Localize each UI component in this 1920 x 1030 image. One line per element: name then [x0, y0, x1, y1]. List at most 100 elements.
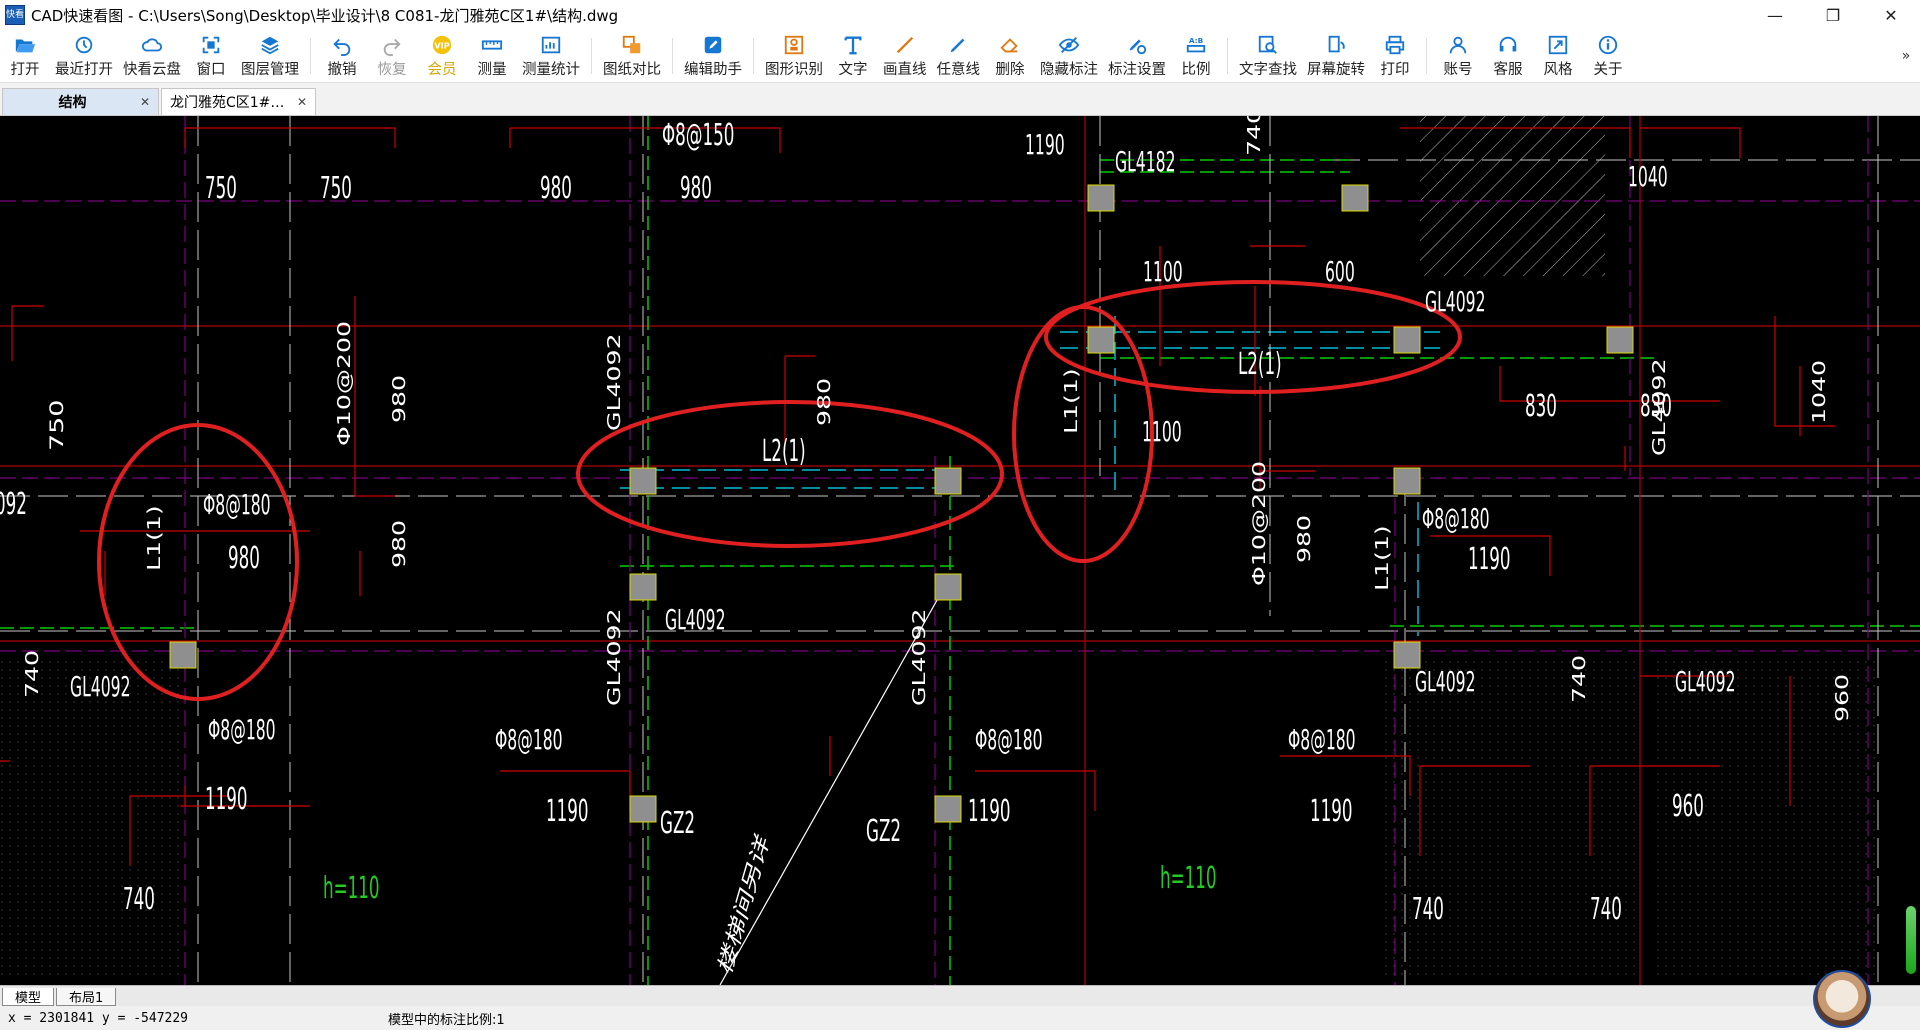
- close-button[interactable]: ✕: [1862, 0, 1920, 30]
- drawing-text: h=110: [1160, 860, 1217, 895]
- drawing-text: GL4092: [1425, 286, 1486, 318]
- clock-icon: [75, 36, 93, 53]
- toolbar-divider: [1426, 38, 1427, 74]
- window-button[interactable]: 窗口: [186, 30, 236, 82]
- compare-icon: [622, 35, 641, 53]
- close-icon[interactable]: ✕: [297, 95, 307, 109]
- measure-button[interactable]: 测量: [467, 30, 517, 82]
- about-label: 关于: [1593, 61, 1623, 78]
- tab-longmen[interactable]: 龙门雅苑C区1#… ✕: [161, 88, 316, 115]
- annotation-settings-icon: [1129, 39, 1147, 54]
- draw-line-button[interactable]: 画直线: [878, 30, 932, 82]
- drawing-text: GL4182: [1115, 146, 1176, 178]
- svg-text:A:B: A:B: [1189, 36, 1204, 45]
- drawing-text: 980: [389, 375, 409, 423]
- maximize-button[interactable]: ❐: [1804, 0, 1862, 30]
- main-toolbar: 打开 最近打开 快看云盘 窗口 图层管理 撤销 恢复 VIP 会员 测量 测量统…: [0, 30, 1920, 83]
- account-button[interactable]: 账号: [1433, 30, 1483, 82]
- title-bar: 快看 CAD快速看图 - C:\Users\Song\Desktop\毕业设计\…: [0, 0, 1920, 30]
- about-button[interactable]: 关于: [1583, 30, 1633, 82]
- text-button[interactable]: 文字: [828, 30, 878, 82]
- shape-recognition-button[interactable]: 图形识别: [760, 30, 828, 82]
- drawing-text: 980: [540, 170, 572, 205]
- zoom-slider[interactable]: [1906, 906, 1916, 974]
- shape-recognition-label: 图形识别: [765, 61, 823, 78]
- tab-structure[interactable]: 结构 ✕: [2, 88, 159, 115]
- drawing-text: 1190: [1025, 129, 1065, 161]
- freehand-icon: [950, 38, 965, 52]
- minimize-button[interactable]: —: [1746, 0, 1804, 30]
- measure-stats-icon: [541, 36, 561, 53]
- toolbar-overflow-button[interactable]: »: [1892, 30, 1920, 82]
- account-label: 账号: [1443, 61, 1473, 78]
- text-search-button[interactable]: 文字查找: [1234, 30, 1302, 82]
- shape-recognition-icon: [784, 35, 804, 54]
- drawing-text: Φ8@180: [495, 724, 563, 756]
- drawing-text: 1040: [1628, 161, 1668, 193]
- tab-layout1[interactable]: 布局1: [56, 988, 117, 1006]
- drawing-canvas[interactable]: Φ8@150 1190 GL4182 740 1040 750 750 980 980 1100 6…: [0, 116, 1920, 985]
- layer-manager-button[interactable]: 图层管理: [236, 30, 304, 82]
- redo-label: 恢复: [377, 61, 407, 78]
- drawing-text: GZ2: [660, 805, 695, 840]
- style-icon: [1548, 35, 1568, 54]
- drawing-text: 980: [228, 540, 260, 575]
- hide-annotation-button[interactable]: 隐藏标注: [1035, 30, 1103, 82]
- edit-assistant-button[interactable]: 编辑助手: [679, 30, 747, 82]
- style-button[interactable]: 风格: [1533, 30, 1583, 82]
- drawing-text: 1190: [205, 781, 248, 816]
- drawing-text: L2(1): [762, 433, 806, 468]
- undo-button[interactable]: 撤销: [317, 30, 367, 82]
- measure-stats-button[interactable]: 测量统计: [517, 30, 585, 82]
- support-button[interactable]: 客服: [1483, 30, 1533, 82]
- cad-drawing: Φ8@150 1190 GL4182 740 1040 750 750 980 980 1100 6…: [0, 116, 1920, 985]
- vip-button[interactable]: VIP 会员: [417, 30, 467, 82]
- rotate-screen-button[interactable]: 屏幕旋转: [1302, 30, 1370, 82]
- undo-label: 撤销: [327, 61, 357, 78]
- drawing-text: GL4092: [909, 608, 929, 706]
- toolbar-divider: [753, 38, 754, 74]
- open-label: 打开: [10, 61, 40, 78]
- annotation-settings-label: 标注设置: [1108, 61, 1166, 78]
- info-icon: [1598, 35, 1618, 54]
- cloud-icon: [141, 37, 163, 51]
- print-button[interactable]: 打印: [1370, 30, 1420, 82]
- annotation-settings-button[interactable]: 标注设置: [1103, 30, 1171, 82]
- eye-hide-icon: [1058, 36, 1080, 53]
- drawing-text: 1190: [1310, 793, 1353, 828]
- drawing-text: 740: [1569, 655, 1589, 703]
- compare-button[interactable]: 图纸对比: [598, 30, 666, 82]
- cloud-drive-button[interactable]: 快看云盘: [118, 30, 186, 82]
- layers-icon: [261, 36, 279, 54]
- document-tab-bar: 结构 ✕ 龙门雅苑C区1#… ✕: [0, 83, 1920, 116]
- undo-icon: [333, 38, 351, 56]
- text-icon: [844, 36, 862, 54]
- drawing-text: L1(1): [1372, 525, 1392, 591]
- drawing-text: 740: [1412, 891, 1444, 926]
- vip-label: 会员: [427, 61, 457, 78]
- eraser-icon: [1000, 37, 1018, 52]
- tab-model[interactable]: 模型: [2, 988, 55, 1006]
- svg-text:VIP: VIP: [434, 40, 450, 50]
- open-button[interactable]: 打开: [0, 30, 50, 82]
- tab-structure-label: 结构: [58, 95, 87, 111]
- window-controls: — ❐ ✕: [1746, 0, 1920, 30]
- freehand-label: 任意线: [936, 61, 981, 78]
- freehand-button[interactable]: 任意线: [932, 30, 986, 82]
- drawing-text: 740: [22, 650, 42, 698]
- redo-button[interactable]: 恢复: [367, 30, 417, 82]
- toolbar-divider: [310, 38, 311, 74]
- cursor-coordinates: x = 2301841 y = -547229: [8, 1010, 189, 1026]
- assistant-avatar[interactable]: [1813, 970, 1871, 1028]
- delete-button[interactable]: 删除: [985, 30, 1035, 82]
- drawing-text: Φ8@180: [975, 724, 1043, 756]
- drawing-text: GL4092: [1415, 666, 1476, 698]
- scale-icon: A:B: [1186, 36, 1206, 52]
- vip-icon: VIP: [432, 35, 452, 54]
- toolbar-divider: [591, 38, 592, 74]
- recent-open-button[interactable]: 最近打开: [50, 30, 118, 82]
- close-icon[interactable]: ✕: [140, 95, 150, 109]
- scale-button[interactable]: A:B 比例: [1171, 30, 1221, 82]
- drawing-text: GL4092: [1649, 358, 1669, 456]
- printer-icon: [1385, 35, 1405, 54]
